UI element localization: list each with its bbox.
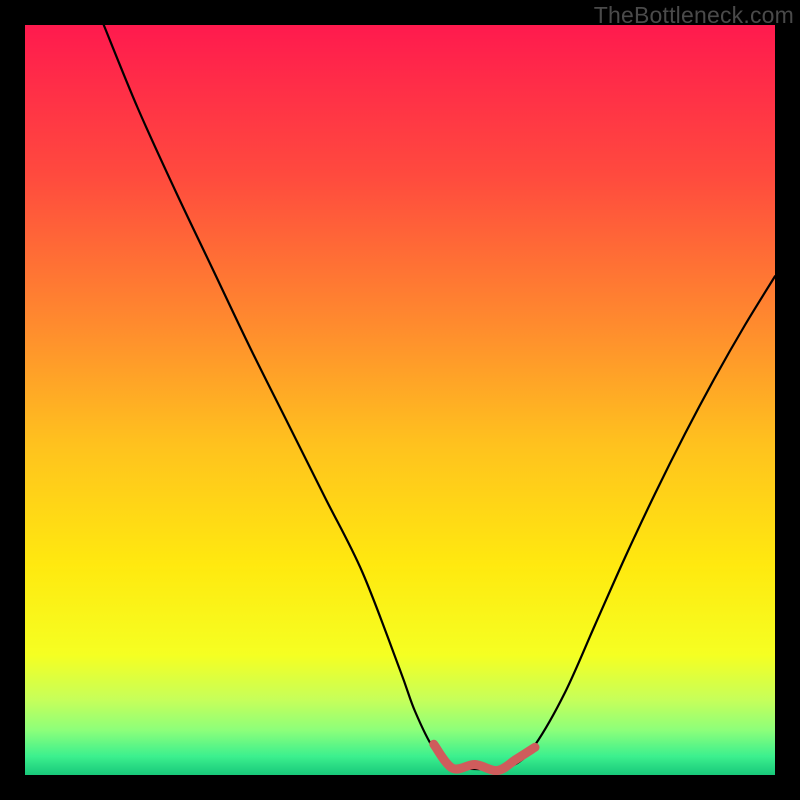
watermark-text: TheBottleneck.com — [594, 2, 794, 29]
chart-frame: TheBottleneck.com — [0, 0, 800, 800]
chart-svg — [25, 25, 775, 775]
plot-area — [25, 25, 775, 775]
chart-background — [25, 25, 775, 775]
